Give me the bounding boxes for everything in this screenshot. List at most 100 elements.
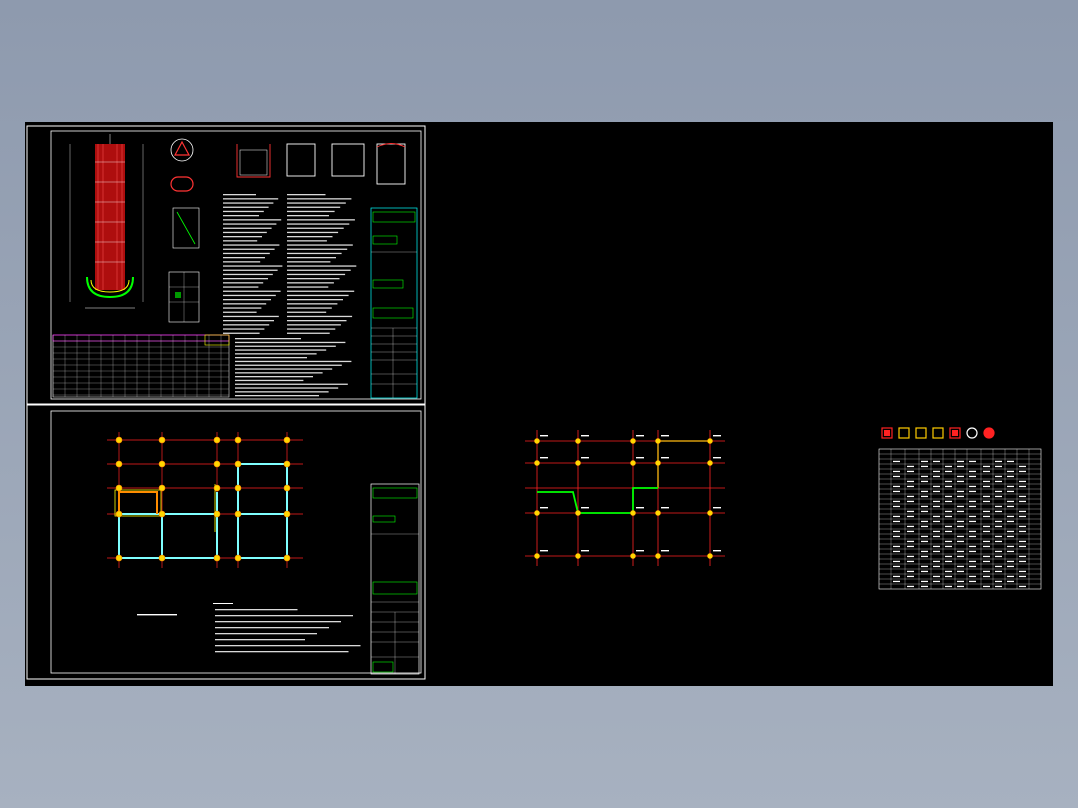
table-cell-value xyxy=(945,585,952,588)
title-block[interactable] xyxy=(370,483,420,675)
table-cell-value xyxy=(945,500,952,503)
table-cell-value xyxy=(945,465,952,468)
table-cell-value xyxy=(1007,490,1014,493)
table-cell-value xyxy=(983,530,990,533)
pile-column-marker xyxy=(213,554,221,562)
note-line xyxy=(223,261,261,263)
table-cell-value xyxy=(893,470,900,473)
table-cell-value xyxy=(969,515,976,518)
pile-column-marker xyxy=(575,510,581,516)
pile-column-marker xyxy=(630,438,636,444)
pile-schedule-table[interactable] xyxy=(878,427,1042,590)
table-cell-value xyxy=(893,515,900,518)
table-cell-value xyxy=(933,485,940,488)
note-line xyxy=(235,372,323,374)
table-cell-value xyxy=(1019,545,1026,548)
note-line xyxy=(223,236,262,238)
table-cell-value xyxy=(893,545,900,548)
note-line xyxy=(215,651,349,653)
axis-grid-plan[interactable] xyxy=(525,430,725,566)
table-cell-value xyxy=(957,490,964,493)
axis-tag xyxy=(636,507,644,509)
pile-column-marker xyxy=(630,510,636,516)
note-line xyxy=(287,202,346,204)
note-line xyxy=(287,299,343,301)
note-line xyxy=(235,357,307,359)
note-line xyxy=(287,240,327,242)
table-cell-value xyxy=(957,465,964,468)
axis-tag xyxy=(636,550,644,552)
note-line xyxy=(235,341,346,344)
table-cell-value xyxy=(945,530,952,533)
note-line xyxy=(223,202,274,204)
pile-type-legend xyxy=(881,427,995,439)
table-cell-value xyxy=(1007,580,1014,583)
note-line xyxy=(223,215,259,217)
table-cell-value xyxy=(983,465,990,468)
table-cell-value xyxy=(907,465,914,468)
note-line xyxy=(223,240,258,242)
note-line xyxy=(287,303,338,305)
table-cell-value xyxy=(907,555,914,558)
note-line xyxy=(235,349,327,351)
pile-column-marker xyxy=(283,460,291,468)
table-cell-value xyxy=(957,555,964,558)
table-cell-value xyxy=(969,520,976,523)
table-cell-value xyxy=(921,585,928,588)
table-cell-value xyxy=(957,525,964,528)
table-cell-value xyxy=(893,550,900,553)
table-cell-value xyxy=(933,505,940,508)
table-cell-value xyxy=(933,550,940,553)
cad-model-space[interactable] xyxy=(25,122,1053,686)
axis-tag xyxy=(540,457,548,459)
note-line xyxy=(287,210,335,213)
table-cell-value xyxy=(1019,480,1026,483)
table-cell-value xyxy=(893,500,900,503)
table-cell-value xyxy=(945,480,952,483)
axis-tag xyxy=(661,550,669,552)
note-line xyxy=(287,290,355,292)
title-block[interactable] xyxy=(370,207,418,399)
table-cell-value xyxy=(933,460,940,463)
note-line xyxy=(223,324,270,326)
note-line xyxy=(287,269,351,271)
table-cell-value xyxy=(969,580,976,583)
legend-square-icon xyxy=(898,427,910,439)
table-cell-value xyxy=(893,485,900,488)
table-cell-value xyxy=(995,460,1002,463)
pile-column-marker xyxy=(534,438,540,444)
note-line xyxy=(287,244,353,246)
note-line xyxy=(287,332,330,334)
note-line xyxy=(223,223,277,225)
table-cell-value xyxy=(983,555,990,558)
pile-column-marker xyxy=(534,510,540,516)
note-line xyxy=(223,252,270,255)
table-cell-value xyxy=(933,545,940,548)
foundation-plan-sheet[interactable] xyxy=(26,404,426,680)
table-cell-value xyxy=(893,565,900,568)
table-cell-value xyxy=(983,560,990,563)
table-cell-value xyxy=(969,575,976,578)
note-line xyxy=(287,294,349,297)
table-cell-value xyxy=(995,580,1002,583)
table-cell-value xyxy=(983,510,990,513)
table-cell-value xyxy=(1007,560,1014,563)
table-cell-value xyxy=(957,475,964,478)
table-cell-value xyxy=(1019,510,1026,513)
note-line xyxy=(287,315,353,318)
note-line xyxy=(287,257,336,259)
pile-detail-sheet[interactable] xyxy=(26,125,426,405)
table-cell-value xyxy=(907,545,914,548)
axis-tag xyxy=(581,457,589,459)
table-cell-value xyxy=(957,505,964,508)
table-cell-value xyxy=(995,535,1002,538)
table-cell-value xyxy=(907,530,914,533)
table-cell-value xyxy=(945,575,952,578)
pile-column-marker xyxy=(575,460,581,466)
table-cell-value xyxy=(969,550,976,553)
table-cell-value xyxy=(921,535,928,538)
note-line xyxy=(223,299,271,301)
table-cell-value xyxy=(1007,500,1014,503)
note-line xyxy=(235,383,348,385)
table-cell-value xyxy=(933,490,940,493)
